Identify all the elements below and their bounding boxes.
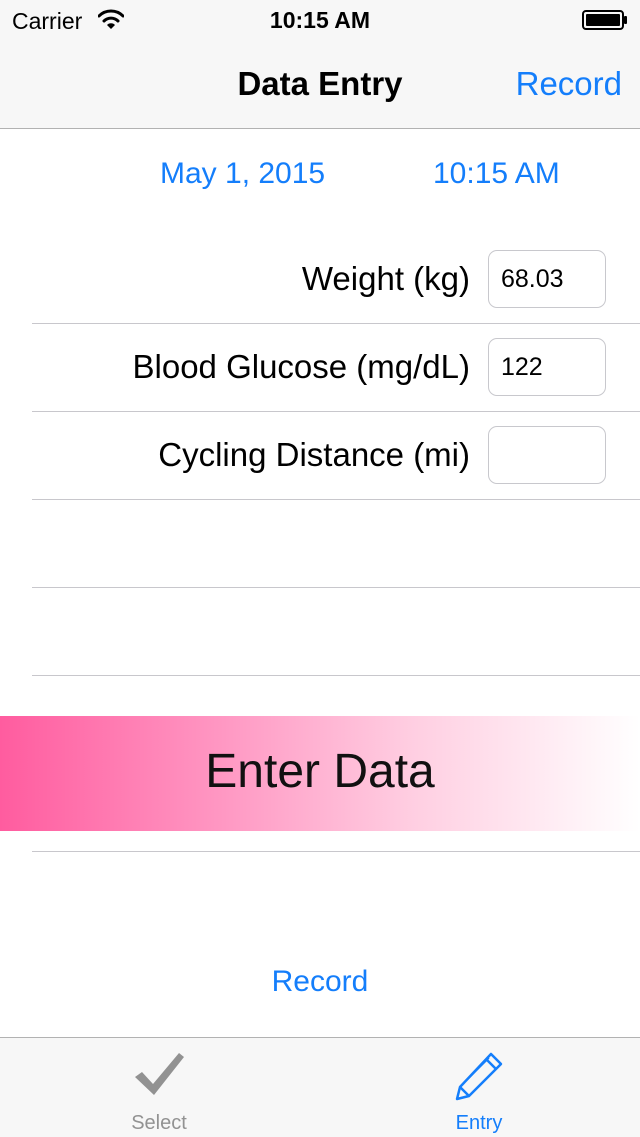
battery-icon [582,10,627,30]
tab-select[interactable]: Select [79,1038,239,1137]
date-button[interactable]: May 1, 2015 [160,157,325,191]
cycling-distance-label: Cycling Distance (mi) [158,436,470,473]
tab-bar: Select Entry [0,1037,640,1137]
row-divider [32,499,640,500]
row-divider [32,851,640,852]
weight-field[interactable] [488,250,606,308]
row-divider [32,675,640,676]
cycling-distance-field[interactable] [488,426,606,484]
pencil-icon [455,1052,503,1101]
enter-data-banner[interactable]: Enter Data [0,716,640,831]
blood-glucose-field[interactable] [488,338,606,396]
row-divider [32,411,640,412]
row-divider [32,587,640,588]
navigation-bar: Data Entry Record [0,40,640,129]
record-button[interactable]: Record [0,965,640,999]
row-divider [32,323,640,324]
status-time: 10:15 AM [269,7,371,33]
enter-data-label: Enter Data [205,745,435,798]
status-bar: Carrier 10:15 AM [0,0,640,40]
tab-select-label: Select [131,1112,187,1134]
time-button[interactable]: 10:15 AM [433,157,560,191]
tab-entry[interactable]: Entry [399,1038,559,1137]
checkmark-icon [135,1053,184,1095]
tab-entry-label: Entry [455,1112,503,1134]
weight-label: Weight (kg) [301,260,470,297]
blood-glucose-label: Blood Glucose (mg/dL) [132,348,471,385]
nav-record-button[interactable]: Record [516,65,622,103]
